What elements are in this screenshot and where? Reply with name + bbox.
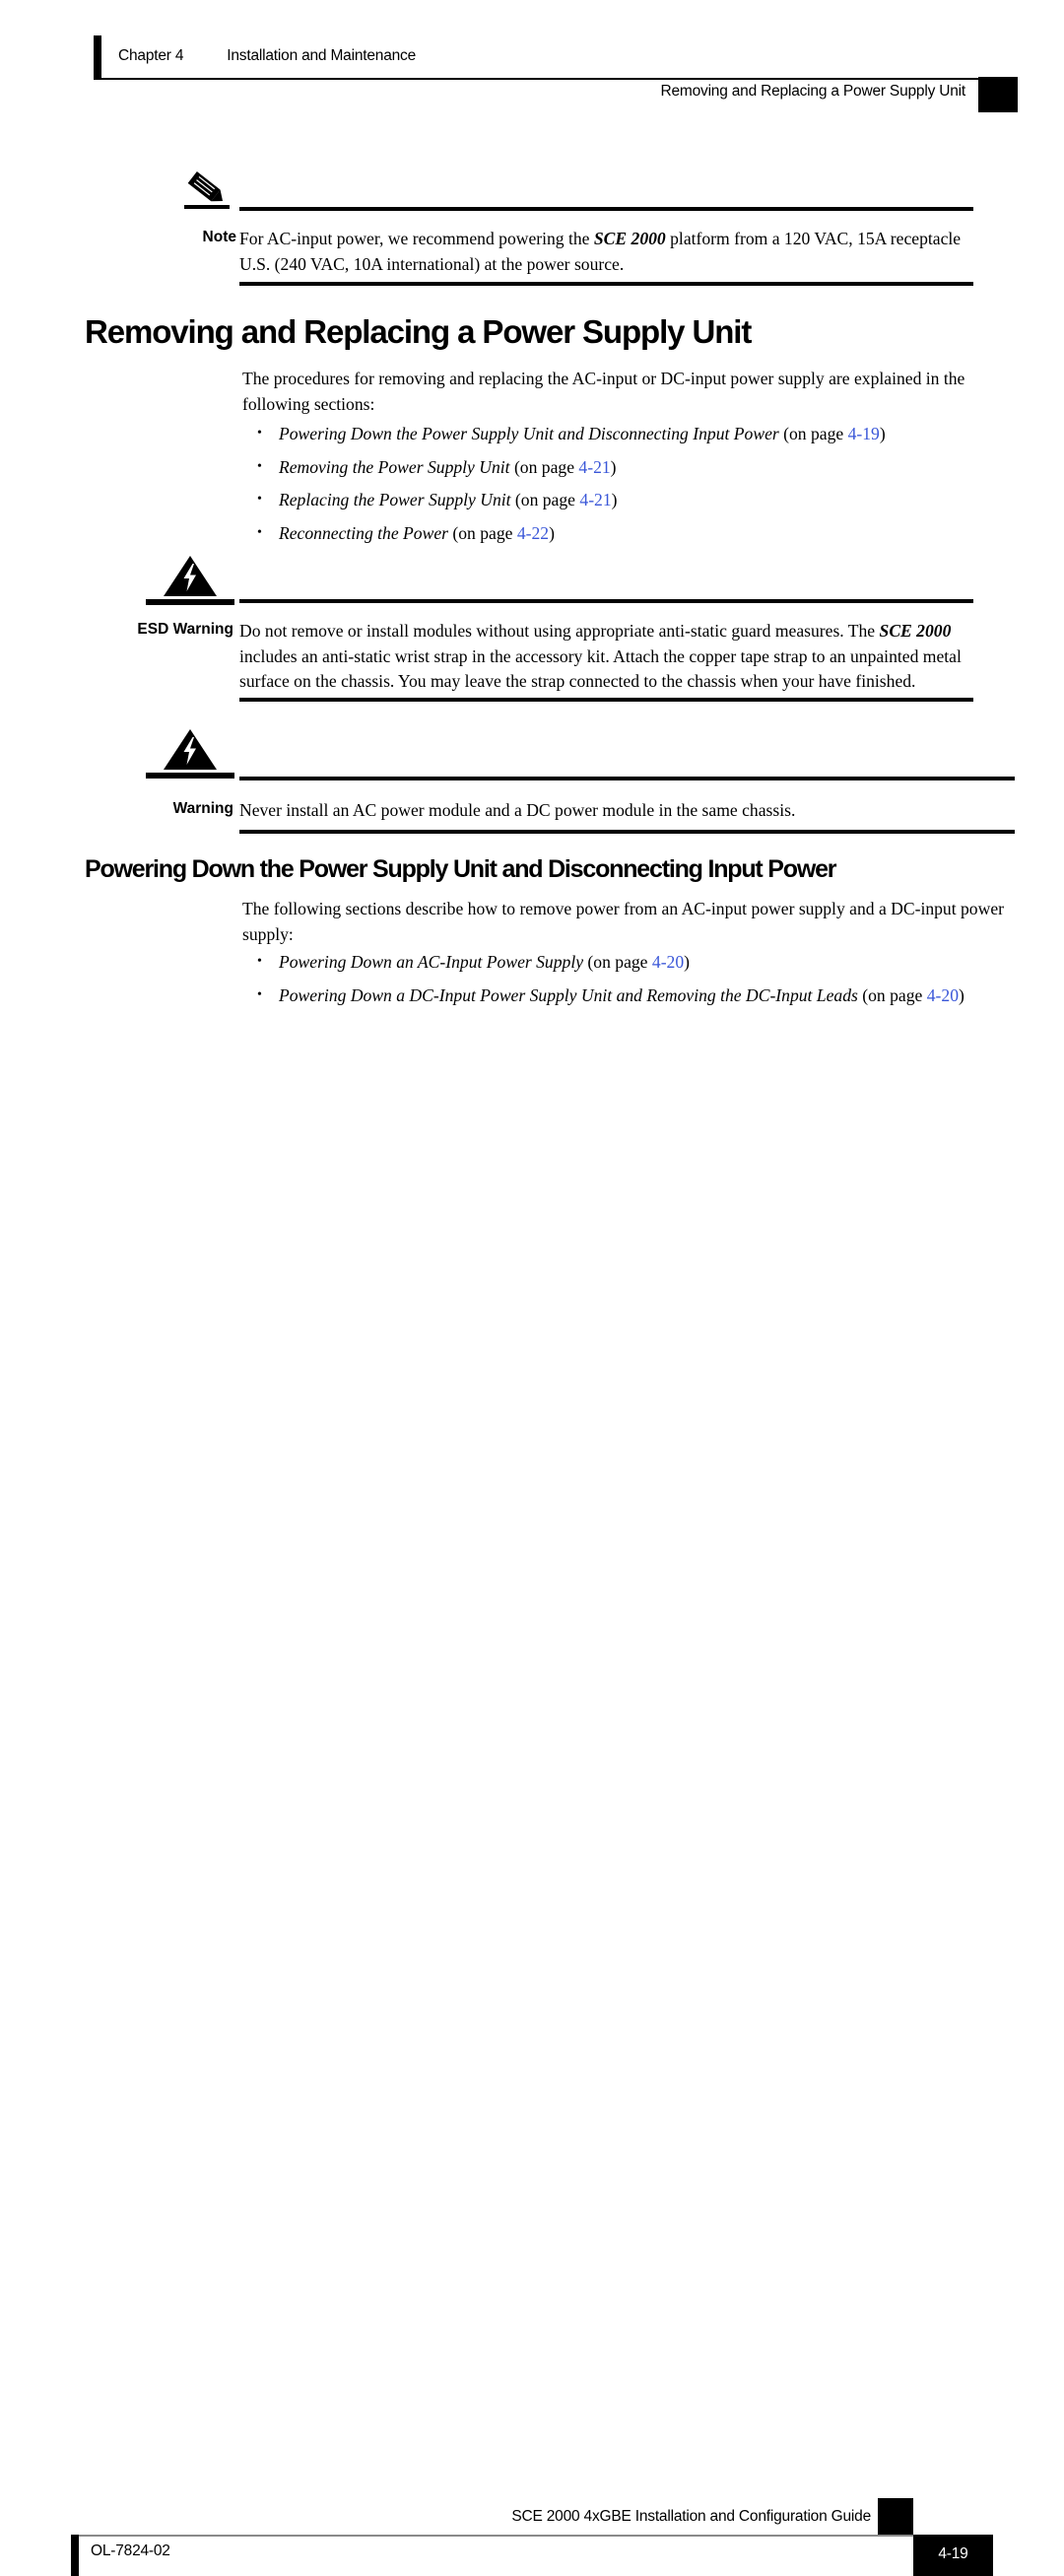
list-item[interactable]: Powering Down the Power Supply Unit and … <box>252 421 1011 447</box>
chapter-label: Chapter 4 <box>118 47 184 64</box>
page-header: Chapter 4 Installation and Maintenance Re… <box>0 0 1064 118</box>
xref-title[interactable]: Powering Down the Power Supply Unit and … <box>279 424 779 443</box>
header-left-marker <box>94 35 101 79</box>
warning-text: Never install an AC power module and a D… <box>239 800 796 820</box>
header-rule <box>94 78 992 80</box>
esd-warning-text: Do not remove or install modules without… <box>239 619 978 695</box>
xref-close: ) <box>611 490 618 509</box>
footer-left-marker <box>71 2535 79 2576</box>
xref-onpage: (on page <box>857 984 927 1005</box>
xref-title[interactable]: Removing the Power Supply Unit <box>279 457 510 477</box>
header-right-marker <box>978 77 1018 112</box>
warning-rule-top <box>239 777 1015 780</box>
xref-close: ) <box>549 522 555 543</box>
xref-page[interactable]: 4-21 <box>579 490 611 509</box>
xref-page[interactable]: 4-21 <box>578 457 610 477</box>
warning-label: Warning <box>172 800 233 817</box>
footer-marker <box>878 2498 913 2536</box>
pencil-note-icon-svg <box>187 171 224 202</box>
xref-close: ) <box>684 952 691 972</box>
running-title: Removing and Replacing a Power Supply Un… <box>660 83 965 100</box>
xref-page[interactable]: 4-20 <box>927 985 959 1005</box>
xref-page[interactable]: 4-20 <box>652 952 684 972</box>
section-1-intro: The procedures for removing and replacin… <box>242 369 965 414</box>
section-1-heading: Removing and Replacing a Power Supply Un… <box>85 313 752 350</box>
esd-rule-top <box>239 599 973 603</box>
xref-page[interactable]: 4-19 <box>848 424 880 443</box>
list-item[interactable]: Removing the Power Supply Unit (on page … <box>252 454 1011 481</box>
list-item[interactable]: Powering Down a DC-Input Power Supply Un… <box>252 983 1011 1009</box>
xref-close: ) <box>879 424 886 443</box>
section-1-link-list: Powering Down the Power Supply Unit and … <box>252 421 1011 554</box>
note-rule-bottom <box>239 282 973 286</box>
page-footer: SCE 2000 4xGBE Installation and Configur… <box>0 1249 1064 2576</box>
xref-title[interactable]: Replacing the Power Supply Unit <box>279 490 511 509</box>
note-icon-underbar <box>184 205 230 209</box>
note-text-before: For AC-input power, we recommend powerin… <box>239 229 594 248</box>
xref-onpage: (on page <box>447 522 517 543</box>
xref-close: ) <box>959 984 964 1005</box>
section-2-intro: The following sections describe how to r… <box>242 899 1004 944</box>
note-label: Note <box>202 229 236 245</box>
xref-page[interactable]: 4-22 <box>517 523 549 543</box>
note-text: For AC-input power, we recommend powerin… <box>239 227 976 277</box>
esd-warning-label: ESD Warning <box>137 621 233 638</box>
esd-text-after: includes an anti-static wrist strap in t… <box>239 645 962 692</box>
list-item[interactable]: Reconnecting the Power (on page 4-22) <box>252 520 1011 547</box>
page-number: 4-19 <box>938 2545 968 2562</box>
xref-onpage: (on page <box>509 456 579 477</box>
xref-title[interactable]: Reconnecting the Power <box>279 523 448 543</box>
list-item[interactable]: Powering Down an AC-Input Power Supply (… <box>252 949 1011 976</box>
warning-triangle-icon <box>146 727 234 779</box>
footer-doc-id: OL-7824-02 <box>91 2542 170 2559</box>
warning-triangle-icon <box>146 554 234 605</box>
note-emphasis: SCE 2000 <box>593 229 666 248</box>
footer-guide-title: SCE 2000 4xGBE Installation and Configur… <box>511 2508 871 2525</box>
footer-rule <box>71 2535 921 2537</box>
warning-icon-underbar <box>146 773 234 779</box>
list-item[interactable]: Replacing the Power Supply Unit (on page… <box>252 487 1011 513</box>
esd-text-before: Do not remove or install modules without… <box>239 621 880 641</box>
note-rule-top <box>239 207 973 211</box>
esd-emphasis: SCE 2000 <box>879 621 952 641</box>
xref-close: ) <box>610 456 617 477</box>
xref-title[interactable]: Powering Down a DC-Input Power Supply Un… <box>279 985 858 1005</box>
esd-rule-bottom <box>239 698 973 702</box>
warning-triangle-icon-svg <box>164 729 217 770</box>
warning-triangle-icon-svg <box>164 556 217 596</box>
warning-rule-bottom <box>239 830 1015 834</box>
xref-onpage: (on page <box>510 490 580 509</box>
xref-onpage: (on page <box>583 952 652 972</box>
xref-onpage: (on page <box>778 424 848 443</box>
pencil-note-icon <box>180 169 232 214</box>
section-2-heading: Powering Down the Power Supply Unit and … <box>85 855 837 883</box>
xref-title[interactable]: Powering Down an AC-Input Power Supply <box>279 952 583 972</box>
section-2-link-list: Powering Down an AC-Input Power Supply (… <box>252 949 1011 1016</box>
breadcrumb: Chapter 4 Installation and Maintenance <box>118 47 416 65</box>
chapter-title: Installation and Maintenance <box>227 47 417 64</box>
esd-icon-underbar <box>146 599 234 605</box>
